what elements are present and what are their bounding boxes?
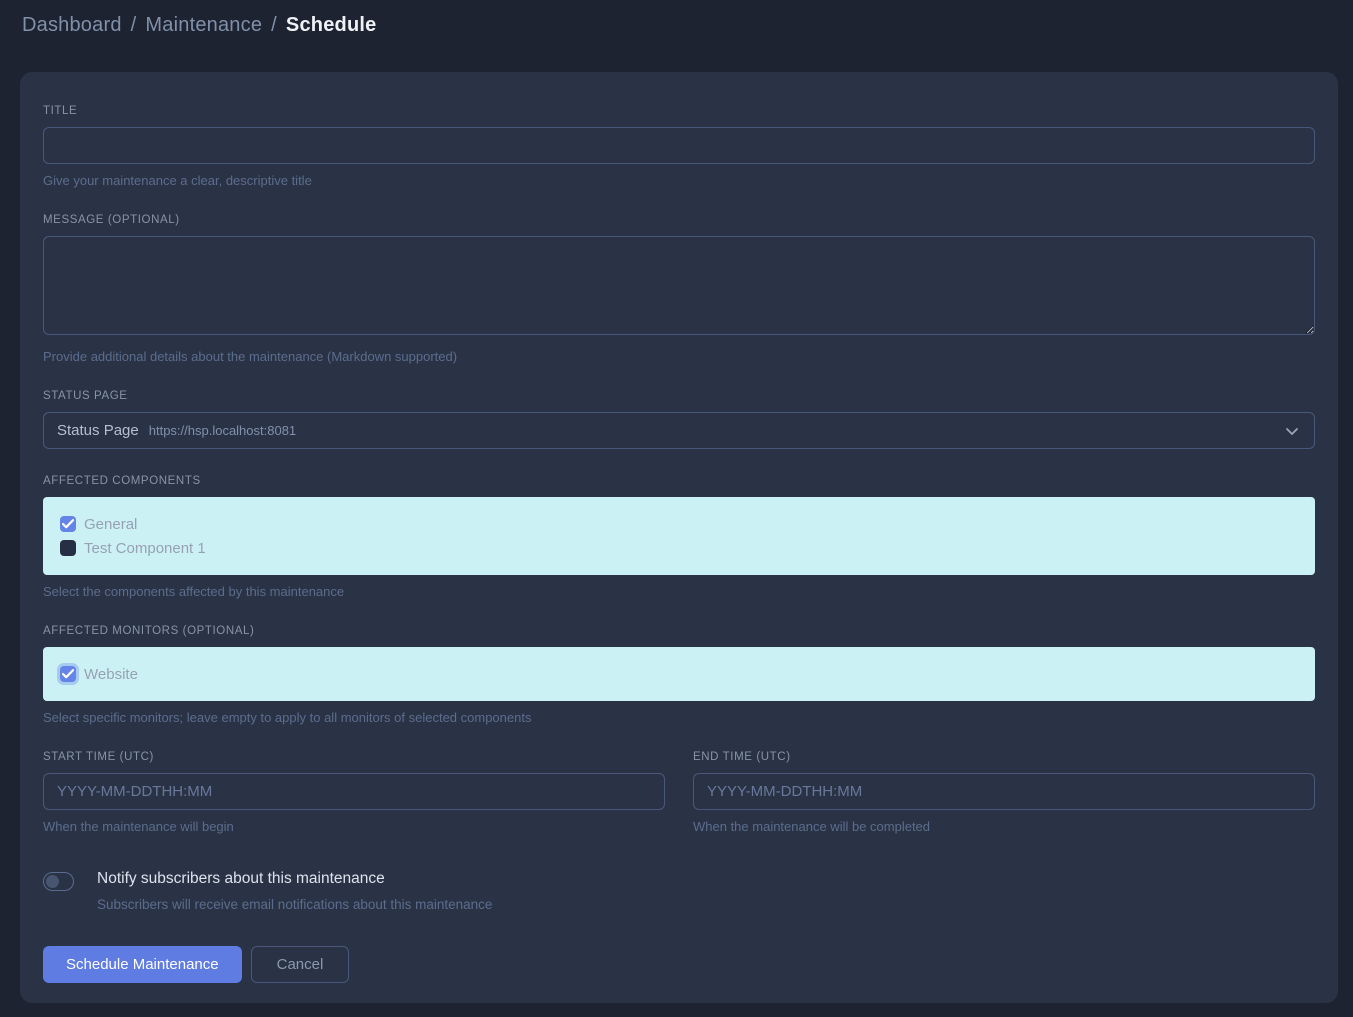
monitor-option-website[interactable]: Website — [60, 662, 1299, 686]
start-time-field-group: START TIME (UTC) When the maintenance wi… — [43, 751, 665, 834]
title-field-group: TITLE Give your maintenance a clear, des… — [43, 105, 1315, 188]
status-page-selected-name: Status Page — [57, 422, 139, 439]
end-time-label: END TIME (UTC) — [693, 751, 1315, 763]
component-option-label: General — [84, 516, 137, 533]
title-input[interactable] — [43, 127, 1315, 164]
component-option-test-component-1[interactable]: Test Component 1 — [60, 536, 1299, 560]
breadcrumb-dashboard[interactable]: Dashboard — [22, 14, 122, 37]
affected-components-help-text: Select the components affected by this m… — [43, 584, 1315, 599]
cancel-button[interactable]: Cancel — [251, 946, 350, 983]
message-help-text: Provide additional details about the mai… — [43, 349, 1315, 364]
status-page-label: STATUS PAGE — [43, 390, 1315, 402]
affected-monitors-help-text: Select specific monitors; leave empty to… — [43, 710, 1315, 725]
notify-toggle-label[interactable]: Notify subscribers about this maintenanc… — [97, 870, 492, 888]
message-field-group: MESSAGE (OPTIONAL) Provide additional de… — [43, 214, 1315, 364]
checkbox-icon[interactable] — [60, 516, 76, 532]
toggle-knob — [46, 875, 59, 888]
affected-components-field-group: AFFECTED COMPONENTS General Test Compone… — [43, 475, 1315, 599]
status-page-selected-url: https://hsp.localhost:8081 — [149, 423, 296, 438]
start-time-label: START TIME (UTC) — [43, 751, 665, 763]
start-time-help-text: When the maintenance will begin — [43, 819, 665, 834]
notify-toggle-switch[interactable] — [43, 872, 74, 891]
status-page-field-group: STATUS PAGE Status Page https://hsp.loca… — [43, 390, 1315, 449]
checkbox-icon[interactable] — [60, 666, 76, 682]
end-time-field-group: END TIME (UTC) When the maintenance will… — [693, 751, 1315, 834]
time-fields-row: START TIME (UTC) When the maintenance wi… — [43, 751, 1315, 834]
chevron-down-icon — [1284, 423, 1300, 439]
breadcrumb-separator: / — [271, 14, 277, 37]
end-time-input[interactable] — [693, 773, 1315, 810]
schedule-maintenance-form-card: TITLE Give your maintenance a clear, des… — [20, 72, 1338, 1003]
affected-monitors-panel: Website — [43, 647, 1315, 701]
breadcrumb-separator: / — [131, 14, 137, 37]
end-time-help-text: When the maintenance will be completed — [693, 819, 1315, 834]
title-label: TITLE — [43, 105, 1315, 117]
top-bar: Dashboard / Maintenance / Schedule — [0, 0, 1353, 50]
notify-texts: Notify subscribers about this maintenanc… — [97, 870, 492, 912]
notify-toggle-row: Notify subscribers about this maintenanc… — [43, 870, 1315, 912]
message-label: MESSAGE (OPTIONAL) — [43, 214, 1315, 226]
affected-monitors-label: AFFECTED MONITORS (OPTIONAL) — [43, 625, 1315, 637]
notify-help-text: Subscribers will receive email notificat… — [97, 897, 492, 912]
message-textarea[interactable] — [43, 236, 1315, 335]
status-page-select[interactable]: Status Page https://hsp.localhost:8081 — [43, 412, 1315, 449]
affected-monitors-field-group: AFFECTED MONITORS (OPTIONAL) Website Sel… — [43, 625, 1315, 725]
start-time-input[interactable] — [43, 773, 665, 810]
schedule-maintenance-button[interactable]: Schedule Maintenance — [43, 946, 242, 983]
component-option-general[interactable]: General — [60, 512, 1299, 536]
monitor-option-label: Website — [84, 666, 138, 683]
form-actions: Schedule Maintenance Cancel — [43, 946, 1315, 983]
breadcrumb-maintenance[interactable]: Maintenance — [145, 14, 262, 37]
breadcrumb: Dashboard / Maintenance / Schedule — [22, 14, 376, 37]
component-option-label: Test Component 1 — [84, 540, 206, 557]
affected-components-panel: General Test Component 1 — [43, 497, 1315, 575]
affected-components-label: AFFECTED COMPONENTS — [43, 475, 1315, 487]
breadcrumb-schedule-current: Schedule — [286, 14, 377, 37]
title-help-text: Give your maintenance a clear, descripti… — [43, 173, 1315, 188]
checkbox-icon[interactable] — [60, 540, 76, 556]
